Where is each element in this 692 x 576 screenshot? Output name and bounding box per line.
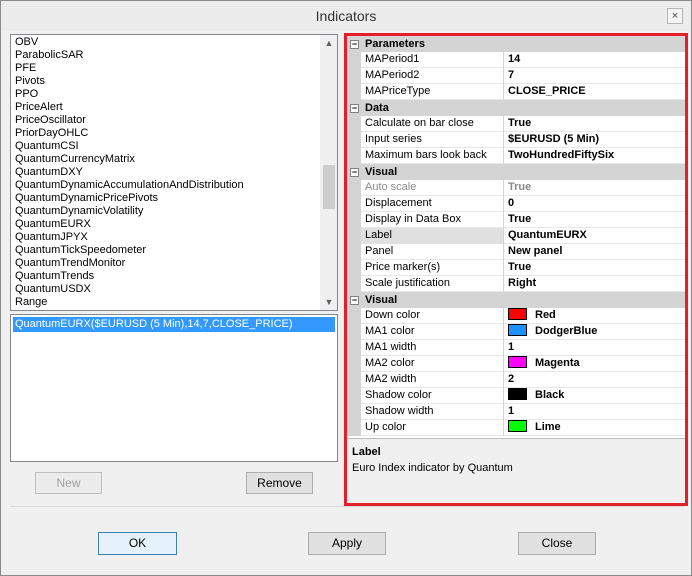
indicator-list[interactable]: OBV ParabolicSAR PFE Pivots PPO PriceAlert Pri… bbox=[10, 34, 338, 311]
new-button[interactable]: New bbox=[35, 472, 102, 494]
list-item[interactable]: Range bbox=[15, 296, 244, 309]
list-item[interactable]: PFE bbox=[15, 62, 244, 75]
scroll-down-icon[interactable]: ▼ bbox=[321, 294, 337, 310]
list-item[interactable]: QuantumCSI bbox=[15, 140, 244, 153]
indicator-list-scrollbar[interactable]: ▲ ▼ bbox=[320, 35, 337, 310]
scroll-thumb[interactable] bbox=[323, 165, 335, 209]
indicators-dialog: Indicators × OBV ParabolicSAR PFE Pivots PPO… bbox=[0, 0, 692, 576]
list-item[interactable]: PriorDayOHLC bbox=[15, 127, 244, 140]
remove-button[interactable]: Remove bbox=[246, 472, 313, 494]
list-item[interactable]: QuantumUSDX bbox=[15, 283, 244, 296]
added-indicators-list[interactable]: QuantumEURX($EURUSD (5 Min),14,7,CLOSE_P… bbox=[10, 314, 338, 462]
list-item[interactable]: QuantumDXY bbox=[15, 166, 244, 179]
list-item[interactable]: QuantumDynamicVolatility bbox=[15, 205, 244, 218]
added-indicator-item[interactable]: QuantumEURX($EURUSD (5 Min),14,7,CLOSE_P… bbox=[13, 317, 335, 332]
list-item[interactable]: PriceAlert bbox=[15, 101, 244, 114]
list-item[interactable]: QuantumTrends bbox=[15, 270, 244, 283]
title-bar: Indicators × bbox=[1, 1, 691, 31]
highlight-frame bbox=[344, 33, 688, 506]
ok-button[interactable]: OK bbox=[98, 532, 177, 555]
close-button[interactable]: Close bbox=[518, 532, 596, 555]
list-item[interactable]: PPO bbox=[15, 88, 244, 101]
scroll-up-icon[interactable]: ▲ bbox=[321, 35, 337, 51]
close-window-button[interactable]: × bbox=[667, 8, 683, 24]
list-item[interactable]: PriceOscillator bbox=[15, 114, 244, 127]
list-item[interactable]: QuantumEURX bbox=[15, 218, 244, 231]
list-item[interactable]: QuantumDynamicAccumulationAndDistributio… bbox=[15, 179, 244, 192]
list-item[interactable]: Pivots bbox=[15, 75, 244, 88]
apply-button[interactable]: Apply bbox=[308, 532, 386, 555]
list-item[interactable]: QuantumCurrencyMatrix bbox=[15, 153, 244, 166]
list-item[interactable]: ParabolicSAR bbox=[15, 49, 244, 62]
list-item[interactable]: OBV bbox=[15, 36, 244, 49]
list-item[interactable]: QuantumDynamicPricePivots bbox=[15, 192, 244, 205]
footer-divider bbox=[10, 506, 684, 507]
list-item[interactable]: QuantumTickSpeedometer bbox=[15, 244, 244, 257]
list-item[interactable]: QuantumTrendMonitor bbox=[15, 257, 244, 270]
window-title: Indicators bbox=[315, 8, 377, 24]
list-item[interactable]: QuantumJPYX bbox=[15, 231, 244, 244]
